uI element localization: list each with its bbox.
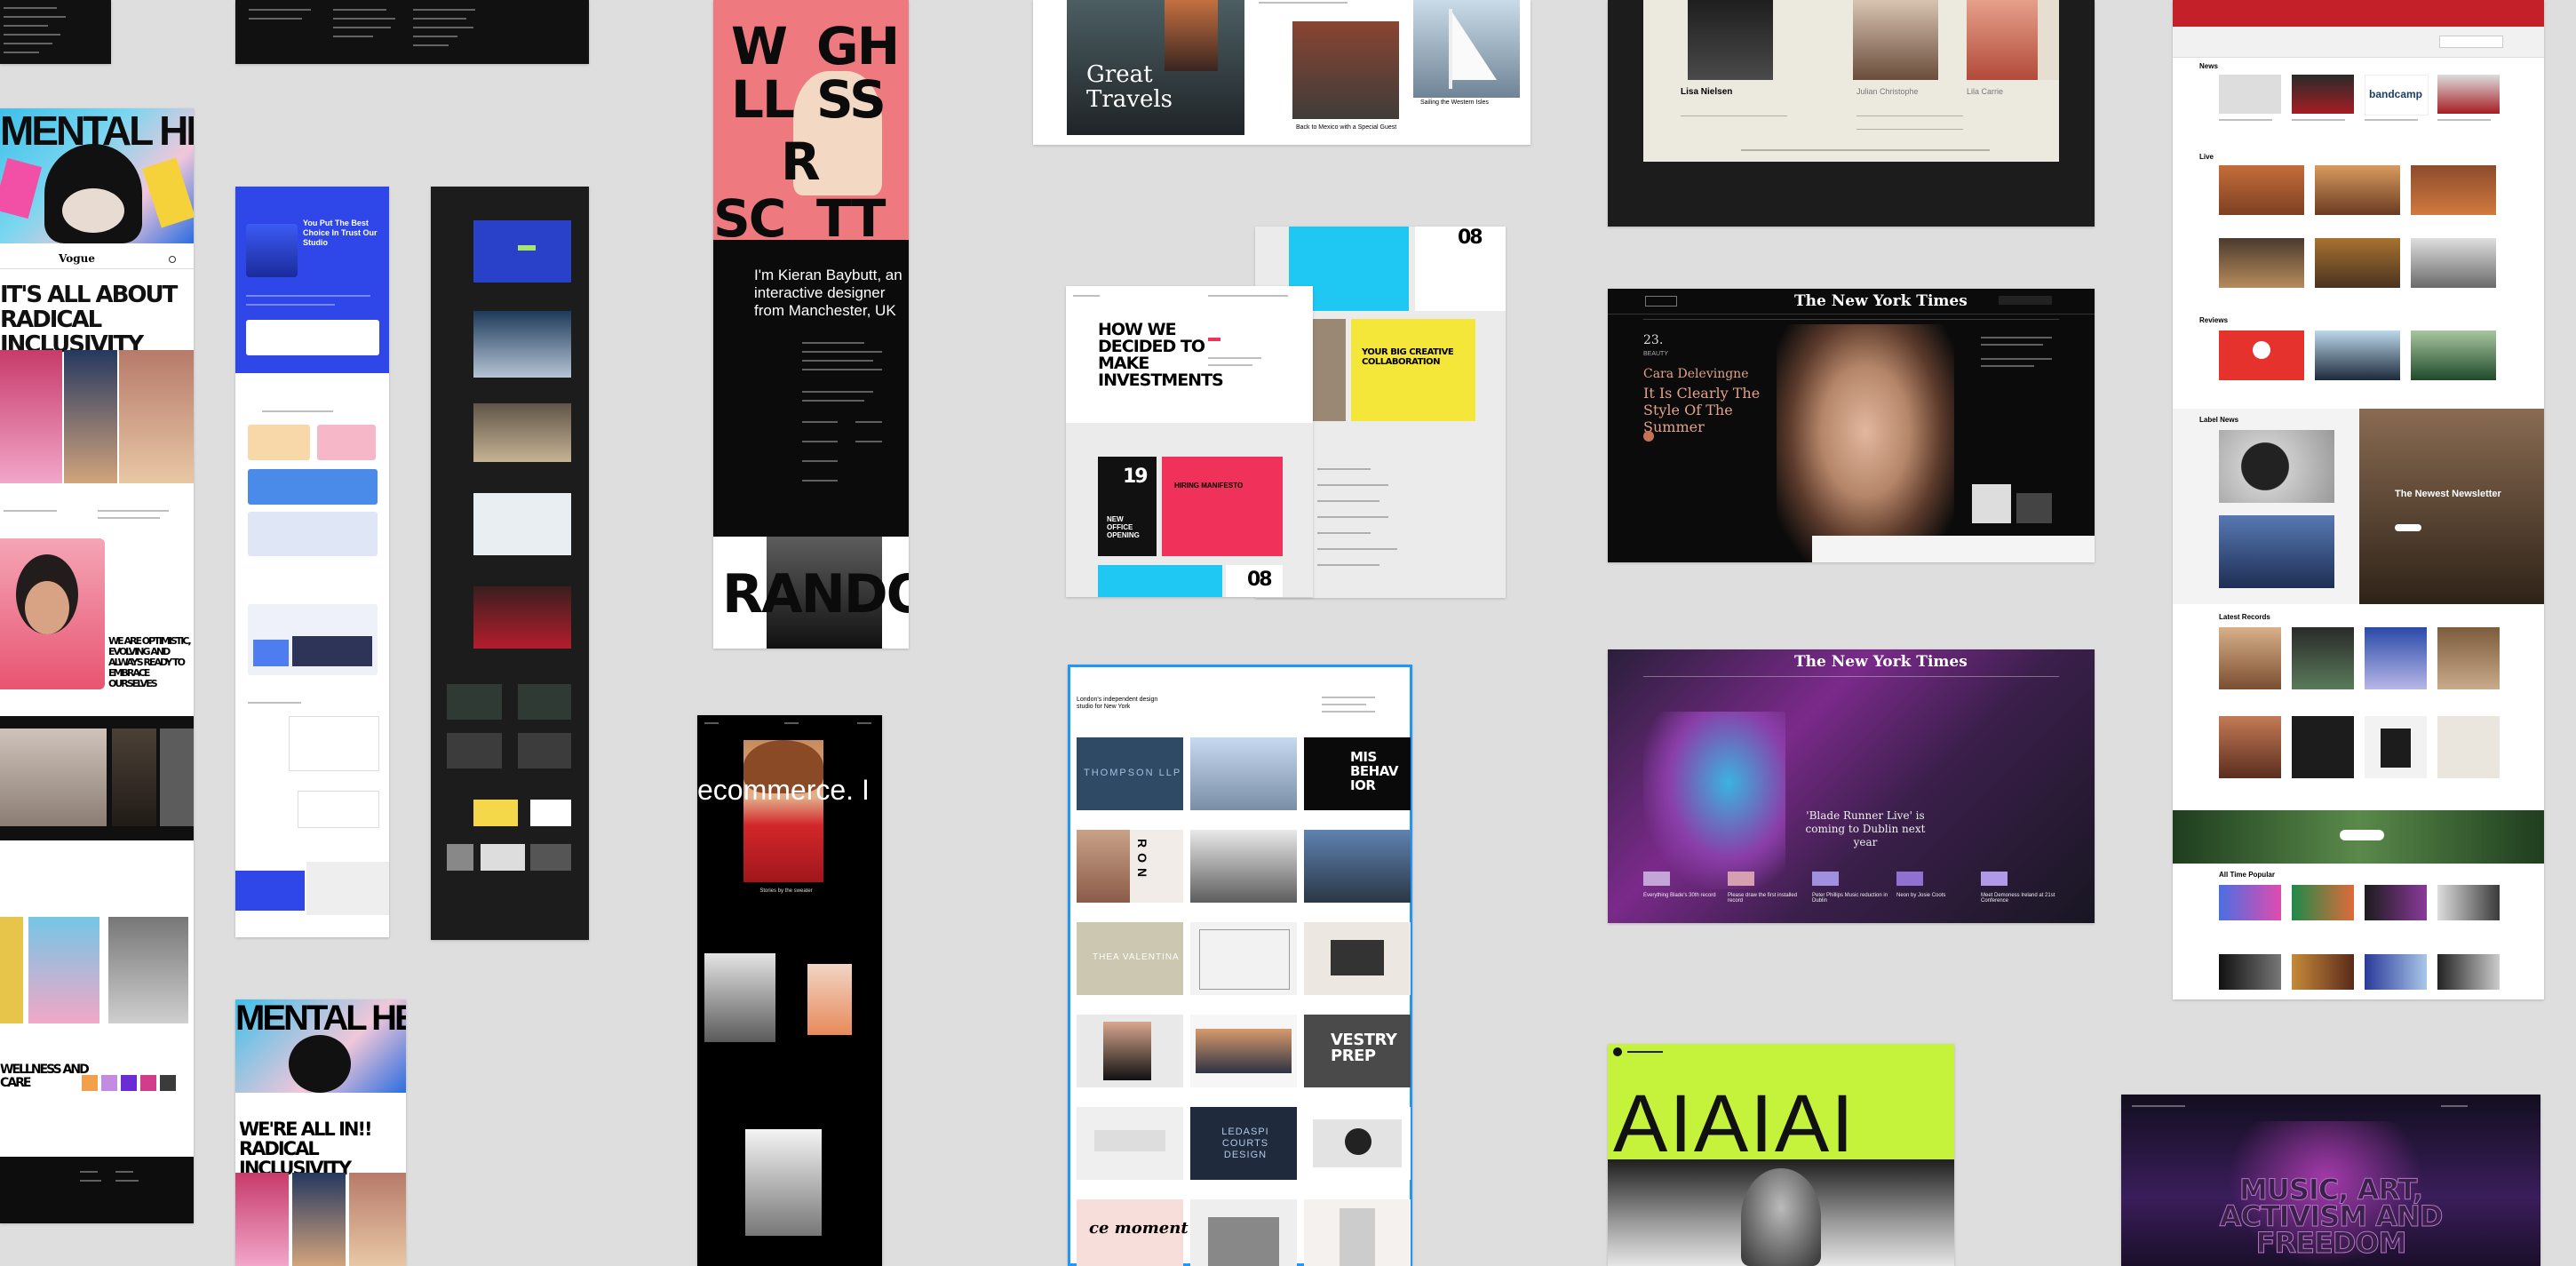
card-blue-landing[interactable]: You Put The Best Choice In Trust Our Stu…	[235, 187, 389, 937]
investments-number-b: 08	[1458, 227, 1483, 249]
kieran-letter-4: SS	[816, 69, 886, 130]
kieran-letter-2: GH	[816, 16, 900, 76]
studio-tile-6: LEDASPI COURTS DESIGN	[1221, 1127, 1269, 1160]
card-music-freedom[interactable]: MUSIC, ART, ACTIVISM AND FREEDOM	[2121, 1095, 2540, 1266]
card-aiaiai[interactable]: AIAIAI	[1608, 1044, 1954, 1266]
bandcamp-logo[interactable]: bandcamp	[2369, 88, 2422, 100]
card-bandcamp[interactable]: News bandcamp Live Reviews Label News Th…	[2173, 0, 2544, 999]
card-great-travels[interactable]: Great Travels Back to Mexico with a Spec…	[1033, 0, 1530, 145]
blue-landing-headline: You Put The Best Choice In Trust Our Stu…	[303, 219, 378, 247]
kieran-letter-5: R	[781, 131, 821, 192]
bandcamp-section-latest: Latest Records	[2219, 613, 2270, 621]
card-vogue-inclusivity[interactable]: MENTAL HEALTH Vogue IT'S ALL ABOUT RADIC…	[0, 108, 194, 1223]
investments-card-c: YOUR BIG CREATIVE COLLABORATION	[1362, 347, 1454, 367]
nyt-b-item-2[interactable]: Please draw the first installed record	[1728, 893, 1806, 904]
kieran-footer-word: RANDOM	[722, 563, 909, 625]
kieran-letter-7: TT	[816, 188, 886, 249]
kieran-letter-6: SC	[713, 188, 786, 249]
travel-caption-a: Back to Mexico with a Special Guest	[1296, 124, 1397, 131]
ecommerce-marquee: ecommerce. I	[697, 774, 870, 806]
card-investments-front[interactable]: HOW WE DECIDED TO MAKE INVESTMENTS 19 NE…	[1066, 286, 1313, 597]
music-freedom-headline: MUSIC, ART, ACTIVISM AND FREEDOM	[2219, 1173, 2444, 1260]
search-icon[interactable]	[169, 256, 176, 263]
card-studio-grid[interactable]: London's independent design studio for N…	[1068, 665, 1412, 1266]
vogue-mini-hero: MENTAL HEALTH	[235, 999, 406, 1038]
nyt-b-headline: 'Blade Runner Live' is coming to Dublin …	[1805, 809, 1926, 848]
vogue-mini-headline: WE'RE ALL IN!! RADICAL INCLUSIVITY	[239, 1119, 373, 1179]
nyt-b-item-4[interactable]: Neon by Josie Coots	[1896, 893, 1975, 898]
studio-tile-4: THEA VALENTINA	[1093, 952, 1180, 962]
aiaiai-title: AIAIAI	[1613, 1079, 1856, 1169]
magazine-author: Lisa Nielsen	[1681, 87, 1733, 97]
bandcamp-section-label-news: Label News	[2199, 416, 2239, 424]
nyt-b-logo[interactable]: The New York Times	[1794, 653, 1968, 671]
studio-tile-5: VESTRY PREP	[1331, 1031, 1397, 1065]
vogue-hero: MENTAL HEALTH	[0, 108, 194, 243]
travel-title: Great Travels	[1086, 61, 1173, 113]
studio-intro: London's independent design studio for N…	[1077, 697, 1158, 710]
studio-tile-2: MIS BEHAV IOR	[1350, 749, 1398, 793]
magazine-name-a: Julian Christophe	[1856, 87, 1919, 96]
bandcamp-section-popular: All Time Popular	[2219, 871, 2275, 879]
nyt-b-item-3[interactable]: Peter Phillips Music reduction in Dublin	[1812, 893, 1890, 904]
bandcamp-section-live: Live	[2199, 153, 2214, 161]
kieran-intro: I'm Kieran Baybutt, an interactive desig…	[754, 267, 902, 319]
vogue-logo[interactable]: Vogue	[59, 252, 95, 265]
travel-caption-b: Sailing the Western Isles	[1420, 100, 1489, 106]
nyt-b-item-1[interactable]: Everything Blade's 30th record	[1643, 893, 1721, 898]
investments-card-a: NEW OFFICE OPENING	[1107, 515, 1140, 539]
card-dark-strip-left[interactable]	[0, 0, 111, 64]
nyt-a-section: BEAUTY	[1643, 351, 1669, 357]
investments-number-a: 19	[1123, 466, 1149, 488]
card-dark-strip-center[interactable]	[235, 0, 589, 64]
bandcamp-newsletter: The Newest Newsletter	[2395, 489, 2501, 499]
nyt-a-date: 23.	[1643, 333, 1664, 347]
vogue-section-headline: WE ARE OPTIMISTIC, EVOLVING AND ALWAYS R…	[108, 635, 192, 689]
studio-tile-1: THOMPSON LLP	[1084, 768, 1182, 778]
studio-tile-7: ce moment	[1089, 1219, 1189, 1238]
nyt-a-headline: It Is Clearly The Style Of The Summer	[1643, 385, 1761, 435]
card-nyt-blade-runner[interactable]: The New York Times 'Blade Runner Live' i…	[1608, 649, 2095, 923]
card-vogue-mini[interactable]: MENTAL HEALTH WE'RE ALL IN!! RADICAL INC…	[235, 999, 406, 1266]
studio-tile-3: RON	[1135, 839, 1149, 883]
card-dark-portfolio[interactable]	[431, 187, 589, 940]
bandcamp-section-news: News	[2199, 62, 2218, 70]
card-magazine[interactable]: Lisa Nielsen Julian Christophe Lila Carr…	[1608, 0, 2095, 227]
investments-headline: HOW WE DECIDED TO MAKE INVESTMENTS	[1098, 320, 1224, 390]
nyt-a-kicker: Cara Delevingne	[1643, 367, 1749, 381]
card-nyt-cara[interactable]: The New York Times 23. BEAUTY Cara Delev…	[1608, 289, 2095, 562]
magazine-name-b: Lila Carrie	[1967, 87, 2004, 96]
nyt-b-item-5[interactable]: Meet Demoness Ireland at 21st Conference	[1981, 893, 2059, 904]
card-ecommerce[interactable]: ecommerce. I Stories by the sweater	[697, 715, 882, 1266]
kieran-letter-1: W	[731, 16, 788, 76]
kieran-letter-3: LL	[731, 69, 795, 130]
bandcamp-section-reviews: Reviews	[2199, 316, 2229, 324]
vogue-headline: IT'S ALL ABOUT RADICAL INCLUSIVITY	[0, 282, 178, 358]
card-kieran-portfolio[interactable]: W GH LL SS R SC TT I'm Kieran Baybutt, a…	[713, 0, 909, 649]
nyt-a-logo[interactable]: The New York Times	[1794, 292, 1968, 310]
ecommerce-caption: Stories by the sweater	[759, 888, 813, 894]
investments-card-b: HIRING MANIFESTO	[1174, 482, 1244, 490]
investments-number-c: 08	[1247, 569, 1273, 591]
